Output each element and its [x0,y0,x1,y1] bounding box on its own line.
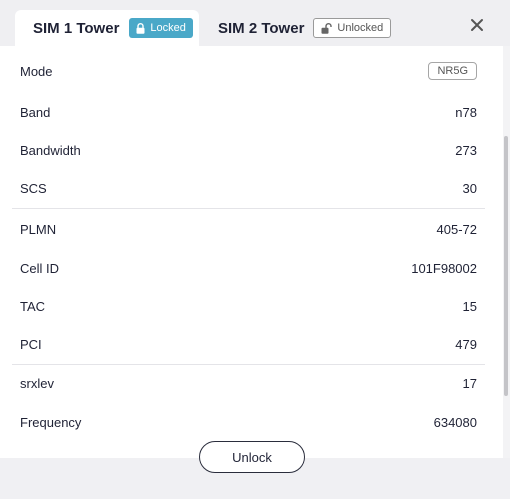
row-scs: SCS 30 [20,178,477,198]
row-label: Band [20,104,51,120]
row-label: PCI [20,336,42,352]
locked-badge-label: Locked [150,22,186,34]
section-divider [12,208,485,209]
unlock-button[interactable]: Unlock [199,441,305,473]
unlocked-badge: Unlocked [313,18,392,38]
row-value: 30 [462,180,477,196]
tab-bar: SIM 1 Tower Locked SIM 2 Tower Unlocked [0,0,510,46]
mode-badge: NR5G [428,62,477,80]
row-value: 405-72 [436,221,477,237]
locked-badge: Locked [129,18,193,38]
row-value: 634080 [433,414,477,430]
row-value: 17 [462,375,477,391]
row-cell-id: Cell ID 101F98002 [20,258,477,278]
row-tac: TAC 15 [20,296,477,316]
tab-sim2-tower[interactable]: SIM 2 Tower Unlocked [218,10,392,46]
row-label: SCS [20,180,47,196]
unlocked-badge-label: Unlocked [337,22,384,34]
row-bandwidth: Bandwidth 273 [20,140,477,160]
row-label: PLMN [20,221,57,237]
row-srxlev: srxlev 17 [20,373,477,393]
unlock-icon [321,22,333,34]
row-label: Cell ID [20,260,60,276]
row-label: Mode [20,63,53,79]
row-value: 15 [462,298,477,314]
row-value: n78 [455,104,477,120]
row-value: 101F98002 [411,260,477,276]
lock-icon [136,22,145,34]
scrollbar-thumb[interactable] [504,136,508,396]
tab-sim2-label: SIM 2 Tower [218,19,305,37]
row-mode: Mode NR5G [20,61,477,81]
row-plmn: PLMN 405-72 [20,219,477,239]
tab-sim1-label: SIM 1 Tower [33,19,120,37]
row-value: 479 [455,336,477,352]
row-label: Bandwidth [20,142,81,158]
tab-sim1-tower[interactable]: SIM 1 Tower Locked [15,10,199,46]
row-label: Frequency [20,414,82,430]
row-band: Band n78 [20,102,477,122]
tower-details-panel: Mode NR5G Band n78 Bandwidth 273 SCS 30 … [0,46,503,458]
close-icon[interactable] [470,18,484,32]
row-frequency: Frequency 634080 [20,412,477,432]
section-divider [12,364,485,365]
row-label: TAC [20,298,46,314]
scrollbar[interactable] [503,46,510,458]
row-value: 273 [455,142,477,158]
row-pci: PCI 479 [20,334,477,354]
row-label: srxlev [20,375,54,391]
